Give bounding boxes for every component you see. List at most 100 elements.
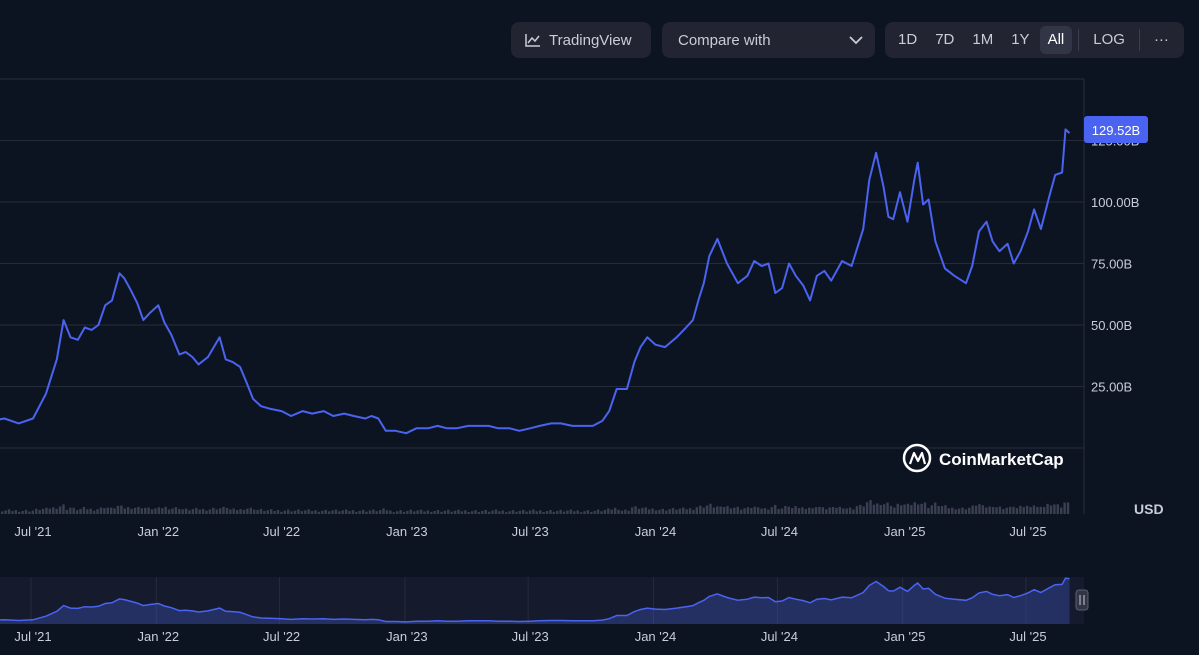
volume-bar: [838, 506, 842, 514]
volume-bar: [654, 510, 658, 514]
volume-bar: [120, 505, 123, 514]
volume-bar: [644, 507, 647, 514]
x-tick-label: Jul '22: [263, 524, 300, 539]
volume-bar: [487, 511, 491, 514]
volume-bar: [726, 506, 729, 514]
volume-bar: [627, 510, 630, 514]
volume-bar: [436, 509, 440, 514]
volume-bar: [954, 509, 957, 514]
volume-bar: [886, 502, 889, 514]
navigator-area: [0, 578, 1070, 624]
volume-bar: [89, 508, 92, 514]
volume-bar: [865, 502, 869, 514]
volume-bar: [235, 510, 239, 514]
volume-bar: [375, 511, 378, 514]
volume-bar: [566, 510, 569, 514]
volume-bar: [903, 504, 906, 514]
volume-bar: [474, 510, 477, 514]
volume-bar: [968, 507, 971, 514]
volume-bar: [69, 507, 72, 514]
volume-bar: [504, 512, 508, 514]
range-1y-button[interactable]: 1Y: [1003, 26, 1037, 54]
volume-bar: [1042, 507, 1046, 514]
volume-bar: [722, 507, 726, 514]
volume-bar: [178, 509, 181, 514]
y-tick-label: 125.00B: [1091, 134, 1139, 149]
volume-bar: [249, 507, 252, 514]
volume-bar: [113, 508, 116, 514]
more-options-button[interactable]: ···: [1146, 26, 1177, 54]
volume-bar: [79, 509, 82, 514]
navigator-handle: [1075, 589, 1089, 611]
volume-bar: [593, 510, 596, 514]
volume-bar: [62, 504, 65, 514]
volume-bar: [620, 510, 624, 514]
volume-bar: [556, 510, 559, 514]
volume-bar: [430, 512, 433, 514]
volume-bar: [995, 507, 998, 514]
navigator-tick-label: Jul '22: [263, 629, 300, 644]
volume-bar: [395, 511, 399, 514]
volume-bar: [1049, 505, 1053, 514]
x-tick-label: Jan '22: [138, 524, 180, 539]
volume-bar: [760, 508, 763, 514]
compare-with-dropdown[interactable]: Compare with: [662, 22, 875, 58]
volume-bar: [399, 510, 402, 514]
volume-bar: [402, 511, 406, 514]
volume-bar: [99, 507, 103, 514]
volume-bar: [951, 507, 954, 514]
range-1d-button[interactable]: 1D: [890, 26, 925, 54]
range-1m-button[interactable]: 1M: [964, 26, 1001, 54]
range-all-button[interactable]: All: [1039, 26, 1073, 54]
volume-bar: [1008, 506, 1012, 514]
volume-bar: [535, 511, 539, 514]
volume-bar: [48, 508, 52, 514]
x-axis-labels: Jul '21 Jan '22 Jul '22 Jan '23 Jul '23 Jan '…: [14, 524, 1046, 539]
volume-bar: [171, 508, 174, 514]
range-7d-button[interactable]: 7D: [927, 26, 962, 54]
volume-bar: [964, 509, 968, 514]
volume-bar: [297, 509, 300, 514]
volume-bar: [1012, 506, 1015, 514]
navigator-tick-label: Jan '23: [386, 629, 428, 644]
volume-bar: [545, 511, 549, 514]
x-tick-label: Jul '25: [1009, 524, 1046, 539]
volume-bar: [525, 511, 528, 514]
volume-bar: [491, 510, 494, 514]
volume-bar: [549, 509, 552, 514]
volume-bar: [355, 511, 358, 514]
volume-bar: [750, 508, 753, 514]
volume-bar: [205, 510, 208, 514]
volume-bar: [365, 511, 368, 514]
volume-bar: [743, 508, 746, 514]
volume-bar: [712, 507, 716, 514]
volume-bar: [906, 503, 910, 514]
tradingview-button[interactable]: TradingView: [511, 22, 651, 58]
volume-bar: [109, 507, 113, 514]
volume-bar: [821, 507, 825, 514]
volume-bar: [419, 509, 423, 514]
volume-bar: [416, 510, 419, 514]
volume-bar: [270, 509, 273, 514]
volume-bar: [763, 508, 767, 514]
volume-bar: [123, 508, 126, 514]
volume-bar: [157, 507, 161, 514]
volume-bar: [368, 510, 372, 514]
grid-lines: [0, 140, 1084, 449]
volume-bar: [21, 510, 24, 514]
volume-bar: [467, 512, 470, 514]
volume-bar: [804, 508, 808, 514]
volume-bar: [678, 508, 682, 514]
x-tick-label: Jan '24: [635, 524, 677, 539]
volume-bar: [361, 509, 365, 514]
volume-bar: [617, 509, 620, 514]
volume-bar: [256, 509, 259, 514]
volume-bar: [450, 511, 453, 514]
log-scale-button[interactable]: LOG: [1085, 26, 1133, 54]
volume-bar: [872, 504, 876, 514]
volume-bar: [835, 507, 838, 514]
navigator-tick-label: Jan '22: [138, 629, 180, 644]
volume-bar: [392, 512, 395, 514]
volume-bar: [630, 507, 634, 514]
volume-bar: [797, 508, 801, 514]
